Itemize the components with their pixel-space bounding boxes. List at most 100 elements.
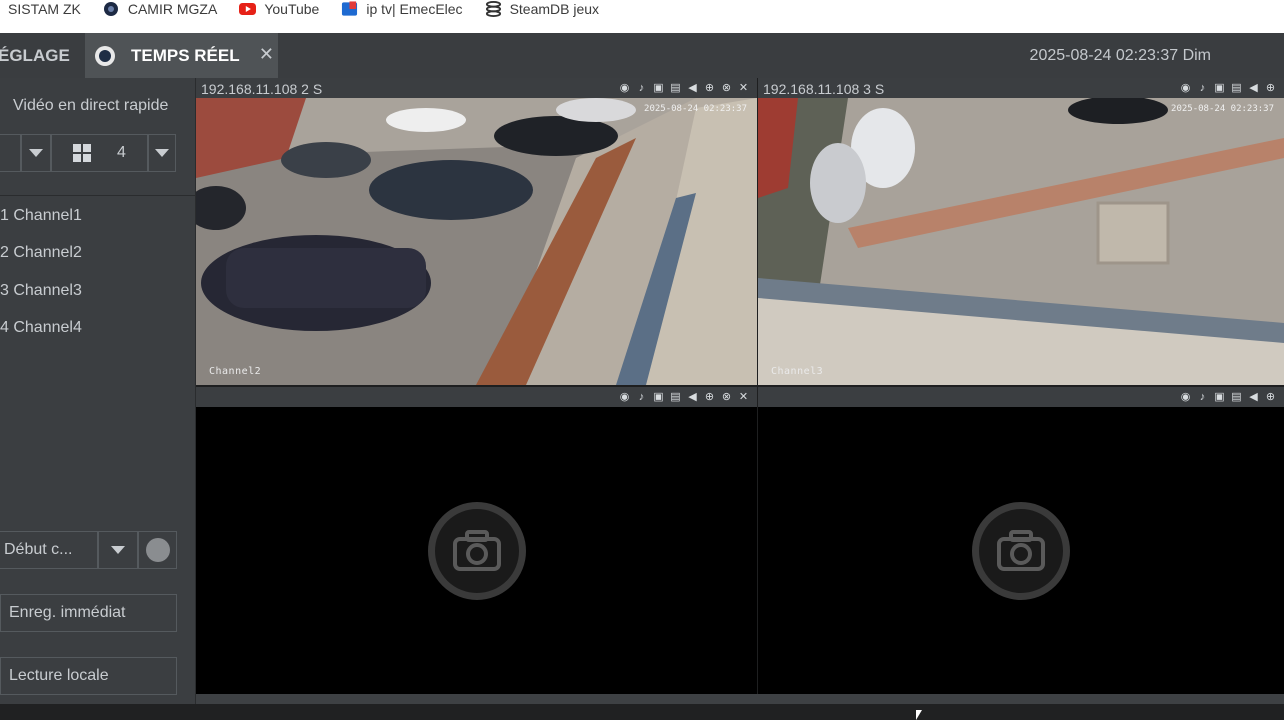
- microphone-icon[interactable]: ♪: [1195, 80, 1210, 95]
- ptz-icon[interactable]: ⊗: [719, 80, 734, 95]
- tv-icon: [341, 0, 358, 17]
- feed-channel-label: Channel3: [771, 366, 824, 377]
- speaker-icon[interactable]: ◀: [1246, 389, 1261, 404]
- capture-icon[interactable]: ▣: [651, 80, 666, 95]
- record-indicator[interactable]: [138, 531, 177, 569]
- microphone-icon[interactable]: ♪: [634, 80, 649, 95]
- record-icon[interactable]: ▤: [668, 80, 683, 95]
- youtube-icon: [239, 0, 257, 17]
- stream-select[interactable]: [0, 134, 21, 172]
- speaker-icon[interactable]: ◀: [685, 389, 700, 404]
- feed-timestamp: 2025-08-24 02:23:37: [1171, 104, 1274, 114]
- tile-toolbar: ◉ ♪ ▣ ▤ ◀ ⊕ ⊗ ✕: [617, 389, 751, 404]
- speaker-icon[interactable]: ◀: [685, 80, 700, 95]
- feed-channel-label: Channel2: [209, 366, 262, 377]
- horizontal-scrollbar[interactable]: [196, 694, 1284, 704]
- chevron-down-icon: [29, 149, 43, 157]
- capture-icon[interactable]: ▣: [1212, 80, 1227, 95]
- sidebar: Vidéo en direct rapide 4 1 Channel1 2 Ch…: [0, 78, 196, 704]
- bookmark-camir-mgza[interactable]: CAMIR MGZA: [103, 0, 217, 17]
- datetime-display: 2025-08-24 02:23:37 Dim: [1029, 47, 1211, 64]
- steam-icon: [485, 0, 502, 17]
- zoom-icon[interactable]: ⊕: [702, 389, 717, 404]
- globe-icon: [103, 0, 120, 17]
- record-now-button[interactable]: Enreg. immédiat: [0, 594, 177, 632]
- record-mode-value: Début c...: [4, 541, 73, 558]
- channel-item[interactable]: 2 Channel2: [0, 244, 82, 262]
- record-mode-dropdown[interactable]: [98, 531, 138, 569]
- bookmark-ip-tv[interactable]: ip tv| EmecElec: [341, 0, 463, 17]
- layout-value: 4: [117, 144, 126, 161]
- parking-lot-image: [196, 98, 757, 385]
- local-playback-button[interactable]: Lecture locale: [0, 657, 177, 695]
- camera-feed-channel3: 2025-08-24 02:23:37 Channel3: [758, 98, 1284, 385]
- feed-timestamp: 2025-08-24 02:23:37: [644, 104, 747, 114]
- zoom-icon[interactable]: ⊕: [702, 80, 717, 95]
- bookmark-youtube[interactable]: YouTube: [239, 0, 319, 17]
- video-tile-3[interactable]: ◉ ♪ ▣ ▤ ◀ ⊕ ⊗ ✕: [196, 387, 757, 695]
- chevron-down-icon: [155, 149, 169, 157]
- bookmark-label: YouTube: [264, 0, 320, 17]
- camera-feed-empty: [758, 407, 1284, 695]
- close-icon[interactable]: ✕: [736, 80, 751, 95]
- layout-select-dropdown[interactable]: [148, 134, 176, 172]
- tile-toolbar: ◉ ♪ ▣ ▤ ◀ ⊕: [1178, 80, 1278, 95]
- tab-settings-label: ÉGLAGE: [0, 45, 70, 65]
- bookmarks-bar: SISTAM ZK CAMIR MGZA YouTube ip tv| Emec…: [0, 0, 1284, 33]
- record-mode-select[interactable]: Début c...: [0, 531, 98, 569]
- tile-toolbar: ◉ ♪ ▣ ▤ ◀ ⊕ ⊗ ✕: [617, 80, 751, 95]
- record-dot-icon: [145, 538, 170, 562]
- camera-feed-channel2: 2025-08-24 02:23:37 Channel2: [196, 98, 757, 385]
- capture-icon[interactable]: ▣: [1212, 389, 1227, 404]
- grid-layout-icon: [73, 144, 92, 162]
- microphone-icon[interactable]: ♪: [1195, 389, 1210, 404]
- close-icon[interactable]: ✕: [736, 389, 751, 404]
- mouse-cursor-icon: [916, 710, 922, 720]
- bookmark-label: SteamDB jeux: [509, 0, 600, 17]
- stream-select-dropdown[interactable]: [21, 134, 51, 172]
- tab-live-view[interactable]: TEMPS RÉEL ✕: [85, 33, 278, 78]
- tab-live-label: TEMPS RÉEL: [131, 45, 240, 65]
- tile-source: 192.168.11.108 2 S: [201, 81, 323, 97]
- capture-icon[interactable]: ▣: [651, 389, 666, 404]
- tile-header: ◉ ♪ ▣ ▤ ◀ ⊕: [758, 387, 1284, 407]
- eye-icon[interactable]: ◉: [1178, 389, 1193, 404]
- status-bar: [0, 704, 1284, 720]
- zoom-icon[interactable]: ⊕: [1263, 389, 1278, 404]
- webcam-icon: [95, 45, 115, 66]
- microphone-icon[interactable]: ♪: [634, 389, 649, 404]
- record-icon[interactable]: ▤: [1229, 80, 1244, 95]
- layout-select[interactable]: 4: [51, 134, 148, 172]
- eye-icon[interactable]: ◉: [617, 80, 632, 95]
- channel-item[interactable]: 4 Channel4: [0, 319, 82, 337]
- zoom-icon[interactable]: ⊕: [1263, 80, 1278, 95]
- video-tile-2[interactable]: 192.168.11.108 3 S ◉ ♪ ▣ ▤ ◀ ⊕ 2025-08-2…: [758, 78, 1284, 385]
- camera-feed-empty: [196, 407, 757, 695]
- record-icon[interactable]: ▤: [668, 389, 683, 404]
- record-icon[interactable]: ▤: [1229, 389, 1244, 404]
- no-camera-icon: [972, 502, 1070, 600]
- divider: [0, 195, 196, 196]
- video-tile-1[interactable]: 192.168.11.108 2 S ◉ ♪ ▣ ▤ ◀ ⊕ ⊗ ✕ 2025-…: [196, 78, 757, 385]
- top-bar: ÉGLAGE TEMPS RÉEL ✕ 2025-08-24 02:23:37 …: [0, 33, 1284, 78]
- tile-header: 192.168.11.108 2 S ◉ ♪ ▣ ▤ ◀ ⊕ ⊗ ✕: [196, 78, 757, 98]
- sidebar-title: Vidéo en direct rapide: [13, 97, 169, 114]
- tile-toolbar: ◉ ♪ ▣ ▤ ◀ ⊕: [1178, 389, 1278, 404]
- speaker-icon[interactable]: ◀: [1246, 80, 1261, 95]
- tile-source: 192.168.11.108 3 S: [763, 81, 885, 97]
- channel-item[interactable]: 3 Channel3: [0, 282, 82, 300]
- bookmark-sistam-zk[interactable]: SISTAM ZK: [8, 1, 81, 17]
- bookmark-label: SISTAM ZK: [8, 0, 81, 17]
- eye-icon[interactable]: ◉: [1178, 80, 1193, 95]
- bookmark-label: ip tv| EmecElec: [366, 0, 463, 17]
- tile-header: ◉ ♪ ▣ ▤ ◀ ⊕ ⊗ ✕: [196, 387, 757, 407]
- close-icon[interactable]: ✕: [259, 44, 274, 65]
- video-tile-4[interactable]: ◉ ♪ ▣ ▤ ◀ ⊕: [758, 387, 1284, 695]
- eye-icon[interactable]: ◉: [617, 389, 632, 404]
- bookmark-steamdb[interactable]: SteamDB jeux: [485, 0, 599, 17]
- ptz-icon[interactable]: ⊗: [719, 389, 734, 404]
- bookmark-label: CAMIR MGZA: [127, 0, 218, 17]
- channel-item[interactable]: 1 Channel1: [0, 207, 82, 225]
- tile-header: 192.168.11.108 3 S ◉ ♪ ▣ ▤ ◀ ⊕: [758, 78, 1284, 98]
- tab-settings[interactable]: ÉGLAGE: [0, 33, 85, 78]
